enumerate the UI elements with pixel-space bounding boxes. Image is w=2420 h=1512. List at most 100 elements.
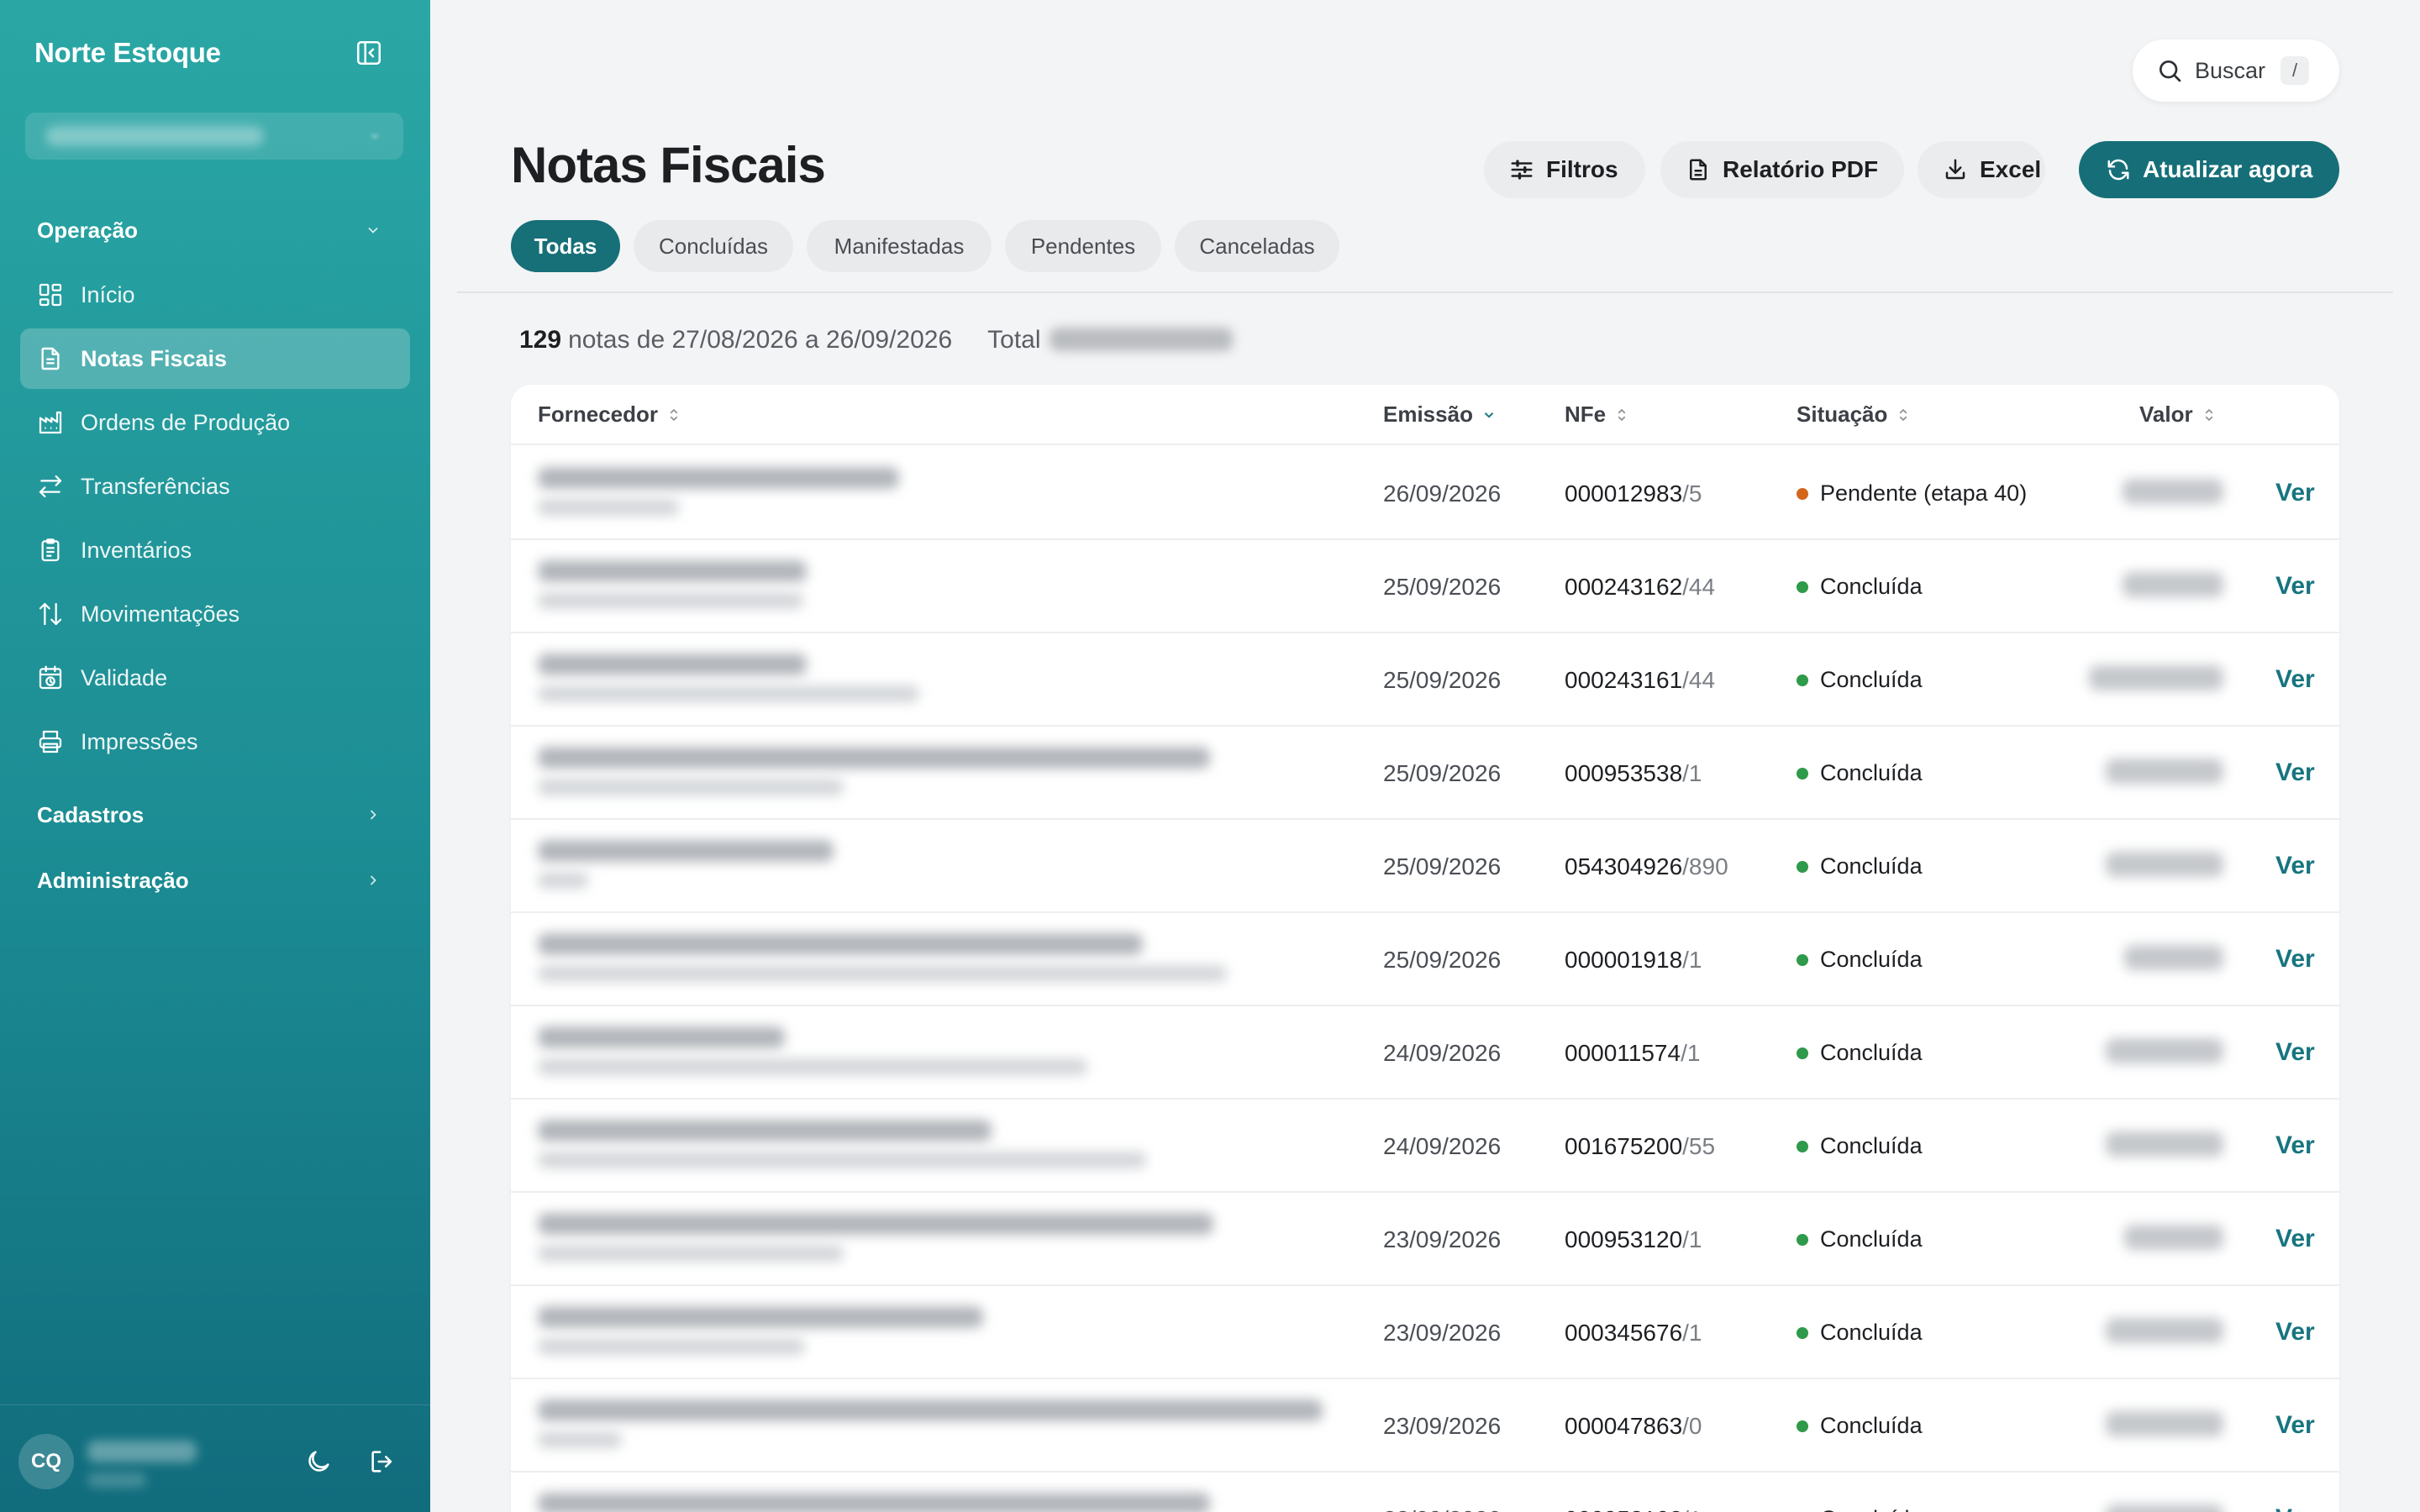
nfe-serie: /44 bbox=[1682, 667, 1716, 693]
file-text-icon bbox=[1690, 159, 1707, 181]
view-link[interactable]: Ver bbox=[2275, 479, 2315, 507]
pdf-report-button[interactable]: Relatório PDF bbox=[1660, 141, 1904, 198]
column-header-emissao[interactable]: Emissão bbox=[1383, 402, 1497, 428]
nfe-serie: /1 bbox=[1682, 947, 1702, 973]
supplier-name bbox=[538, 654, 807, 675]
view-link[interactable]: Ver bbox=[2275, 665, 2315, 694]
issue-date: 25/09/2026 bbox=[1383, 667, 1502, 693]
organization-select[interactable] bbox=[25, 113, 403, 160]
filters-button[interactable]: Filtros bbox=[1484, 141, 1645, 198]
avatar[interactable]: CQ bbox=[18, 1434, 74, 1489]
invoice-value bbox=[2123, 572, 2223, 597]
column-header-situacao[interactable]: Situação bbox=[1797, 402, 1911, 428]
view-link[interactable]: Ver bbox=[2275, 1318, 2315, 1347]
supplier-detail bbox=[538, 499, 679, 516]
status-label: Concluída bbox=[1820, 1506, 1923, 1512]
sidebar-item-movimentacoes[interactable]: Movimentações bbox=[20, 584, 410, 644]
sort-icon bbox=[2205, 408, 2212, 421]
status-dot bbox=[1797, 1233, 1808, 1246]
column-header-fornecedor[interactable]: Fornecedor bbox=[538, 402, 681, 428]
invoice-value bbox=[2089, 665, 2223, 690]
supplier-detail bbox=[538, 779, 844, 795]
column-header-valor[interactable]: Valor bbox=[2139, 402, 2217, 428]
view-link[interactable]: Ver bbox=[2275, 945, 2315, 974]
status-dot bbox=[1797, 1420, 1808, 1432]
sidebar-item-inventarios[interactable]: Inventários bbox=[20, 520, 410, 580]
status-label: Concluída bbox=[1820, 1226, 1923, 1252]
view-link[interactable]: Ver bbox=[2275, 1038, 2315, 1067]
view-link[interactable]: Ver bbox=[2275, 1225, 2315, 1253]
tab-concluidas[interactable]: Concluídas bbox=[634, 220, 793, 272]
view-link[interactable]: Ver bbox=[2275, 1411, 2315, 1440]
status-badge: Pendente (etapa 40) bbox=[1797, 480, 2027, 507]
supplier-name bbox=[538, 1120, 992, 1142]
factory-icon bbox=[39, 411, 62, 434]
sidebar-item-inicio[interactable]: Início bbox=[20, 265, 410, 325]
table-row: 25/09/2026 000001918/1 Concluída Ver bbox=[511, 913, 2339, 1006]
sidebar-item-label: Inventários bbox=[81, 537, 192, 563]
sidebar-item-label: Movimentações bbox=[81, 601, 240, 627]
supplier-detail bbox=[538, 965, 1227, 982]
tab-todas[interactable]: Todas bbox=[511, 220, 620, 272]
supplier-name bbox=[538, 933, 1143, 955]
status-badge: Concluída bbox=[1797, 853, 1923, 879]
download-icon bbox=[1945, 159, 1965, 180]
nfe-serie: /1 bbox=[1682, 1226, 1702, 1252]
calendar-clock-icon bbox=[39, 665, 62, 690]
nfe-main: 000001918 bbox=[1565, 947, 1683, 973]
search-button[interactable]: Buscar / bbox=[2133, 39, 2339, 102]
chevron-down-icon bbox=[368, 227, 378, 234]
sidebar-item-validade[interactable]: Validade bbox=[20, 648, 410, 708]
sidebar-item-transferencias[interactable]: Transferências bbox=[20, 456, 410, 517]
nfe-number: 000243162/44 bbox=[1565, 574, 1715, 601]
pdf-report-label: Relatório PDF bbox=[1723, 156, 1879, 182]
invoice-value bbox=[2106, 1131, 2223, 1157]
column-header-label: Situação bbox=[1797, 402, 1888, 427]
nav-section-cadastros[interactable]: Cadastros bbox=[37, 802, 393, 828]
status-label: Concluída bbox=[1820, 760, 1923, 785]
table-row: 23/09/2026 000953120/1 Concluída Ver bbox=[511, 1193, 2339, 1286]
sidebar-item-impressoes[interactable]: Impressões bbox=[20, 711, 410, 772]
status-badge: Concluída bbox=[1797, 1040, 1923, 1066]
supplier-name bbox=[538, 840, 834, 862]
results-count: 129 bbox=[519, 326, 562, 354]
status-badge: Concluída bbox=[1797, 1413, 1923, 1439]
issue-date: 23/09/2026 bbox=[1383, 1320, 1502, 1346]
view-link[interactable]: Ver bbox=[2275, 852, 2315, 880]
collapse-sidebar-icon[interactable] bbox=[355, 39, 383, 67]
refresh-now-label: Atualizar agora bbox=[2143, 156, 2313, 182]
nfe-number: 000001918/1 bbox=[1565, 947, 1702, 974]
tab-canceladas[interactable]: Canceladas bbox=[1175, 220, 1339, 272]
column-header-label: Fornecedor bbox=[538, 402, 659, 427]
excel-button[interactable]: Excel bbox=[1918, 141, 2045, 198]
tab-pendentes[interactable]: Pendentes bbox=[1005, 220, 1161, 272]
view-link[interactable]: Ver bbox=[2275, 1131, 2315, 1160]
status-label: Concluída bbox=[1820, 667, 1923, 692]
view-link[interactable]: Ver bbox=[2275, 759, 2315, 787]
supplier-detail bbox=[538, 1058, 1087, 1075]
refresh-now-button[interactable]: Atualizar agora bbox=[2079, 141, 2339, 198]
supplier-detail bbox=[538, 1431, 622, 1448]
search-icon bbox=[2160, 60, 2181, 82]
sidebar-item-notas-fiscais[interactable]: Notas Fiscais bbox=[20, 328, 410, 389]
logout-icon[interactable] bbox=[368, 1447, 397, 1476]
status-badge: Concluída bbox=[1797, 947, 1923, 973]
view-link[interactable]: Ver bbox=[2275, 1504, 2315, 1512]
column-header-nfe[interactable]: NFe bbox=[1565, 402, 1629, 428]
moon-icon[interactable] bbox=[304, 1447, 333, 1476]
status-dot bbox=[1797, 953, 1808, 966]
nav-section-administracao[interactable]: Administração bbox=[37, 868, 393, 894]
nav-section-operacao[interactable]: Operação bbox=[37, 218, 393, 244]
excel-label: Excel bbox=[1980, 156, 2042, 182]
tab-manifestadas[interactable]: Manifestadas bbox=[807, 220, 992, 272]
supplier-detail bbox=[538, 872, 588, 889]
view-link[interactable]: Ver bbox=[2275, 572, 2315, 601]
sidebar-item-label: Ordens de Produção bbox=[81, 409, 291, 435]
table-row: 24/09/2026 001675200/55 Concluída Ver bbox=[511, 1100, 2339, 1193]
sidebar-item-ordens-de-producao[interactable]: Ordens de Produção bbox=[20, 392, 410, 453]
nfe-main: 000953120 bbox=[1565, 1226, 1683, 1252]
refresh-icon bbox=[2107, 159, 2129, 181]
table-row: 25/09/2026 054304926/890 Concluída Ver bbox=[511, 820, 2339, 913]
issue-date: 25/09/2026 bbox=[1383, 574, 1502, 600]
table-row: 25/09/2026 000243162/44 Concluída Ver bbox=[511, 540, 2339, 633]
